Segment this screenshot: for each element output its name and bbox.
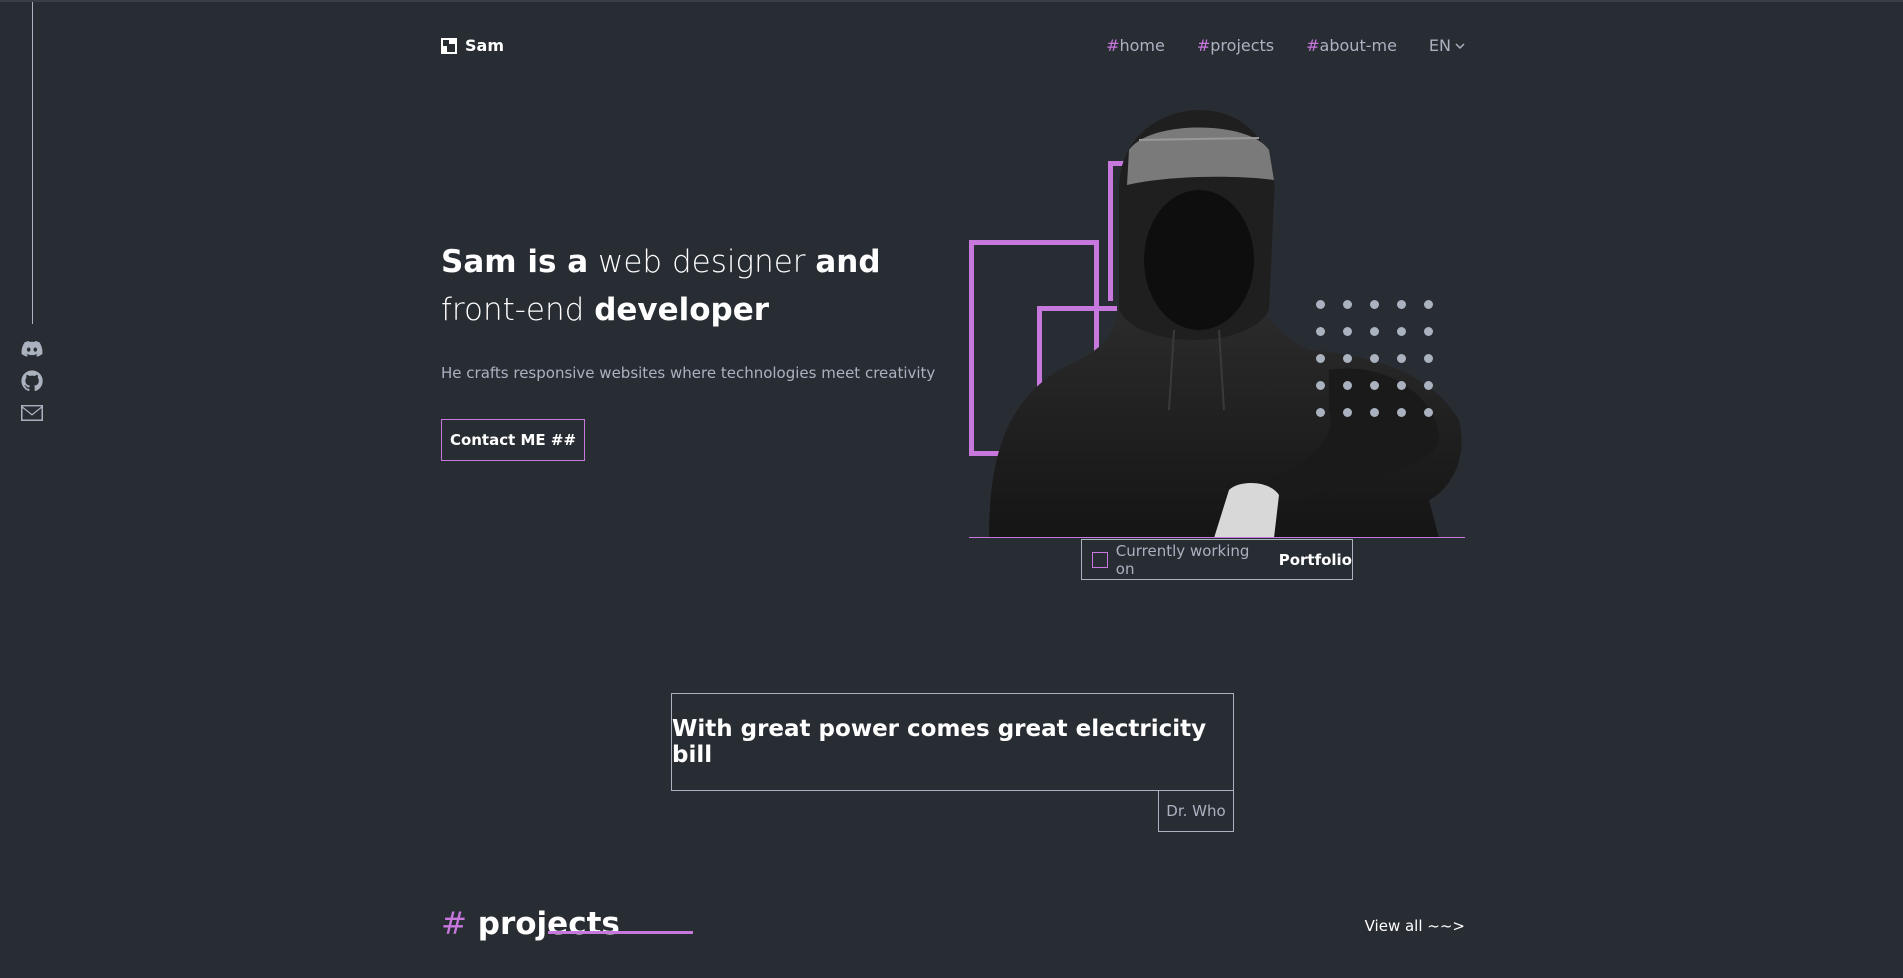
logo-icon xyxy=(441,37,457,54)
hero-subtitle: He crafts responsive websites where tech… xyxy=(441,364,936,382)
projects-heading: # projects xyxy=(441,906,620,942)
top-border xyxy=(0,0,1903,2)
logo[interactable]: Sam xyxy=(441,36,504,55)
chevron-down-icon xyxy=(1455,42,1465,49)
status-square-icon xyxy=(1092,551,1108,568)
hero-title: Sam is a web designer and front-end deve… xyxy=(441,244,881,328)
contact-button[interactable]: Contact ME ## xyxy=(441,419,585,461)
image-baseline xyxy=(969,537,1465,538)
status-prefix: Currently working on xyxy=(1115,541,1250,578)
language-select[interactable]: EN xyxy=(1429,36,1465,55)
section-divider xyxy=(548,931,693,934)
github-icon[interactable] xyxy=(20,369,44,393)
hero-illustration xyxy=(969,110,1465,540)
quote-text: With great power comes great electricity… xyxy=(672,716,1207,768)
nav-home[interactable]: #home xyxy=(1106,36,1165,55)
language-label: EN xyxy=(1428,36,1451,55)
dots-pattern xyxy=(1316,300,1433,417)
nav-about-me[interactable]: #about-me xyxy=(1306,36,1397,55)
discord-icon[interactable] xyxy=(20,337,44,361)
quote-box: With great power comes great electricity… xyxy=(671,693,1234,791)
logo-text: Sam xyxy=(465,36,504,55)
social-rail-line xyxy=(32,2,33,324)
status-value: Portfolio xyxy=(1278,550,1352,569)
view-all-link[interactable]: View all ~~> xyxy=(1365,917,1465,935)
quote-author: Dr. Who xyxy=(1158,790,1234,832)
main-nav: #home #projects #about-me EN xyxy=(1106,36,1465,55)
status-badge: Currently working on Portfolio xyxy=(1081,539,1353,580)
nav-projects[interactable]: #projects xyxy=(1197,36,1274,55)
email-icon[interactable] xyxy=(20,401,44,425)
